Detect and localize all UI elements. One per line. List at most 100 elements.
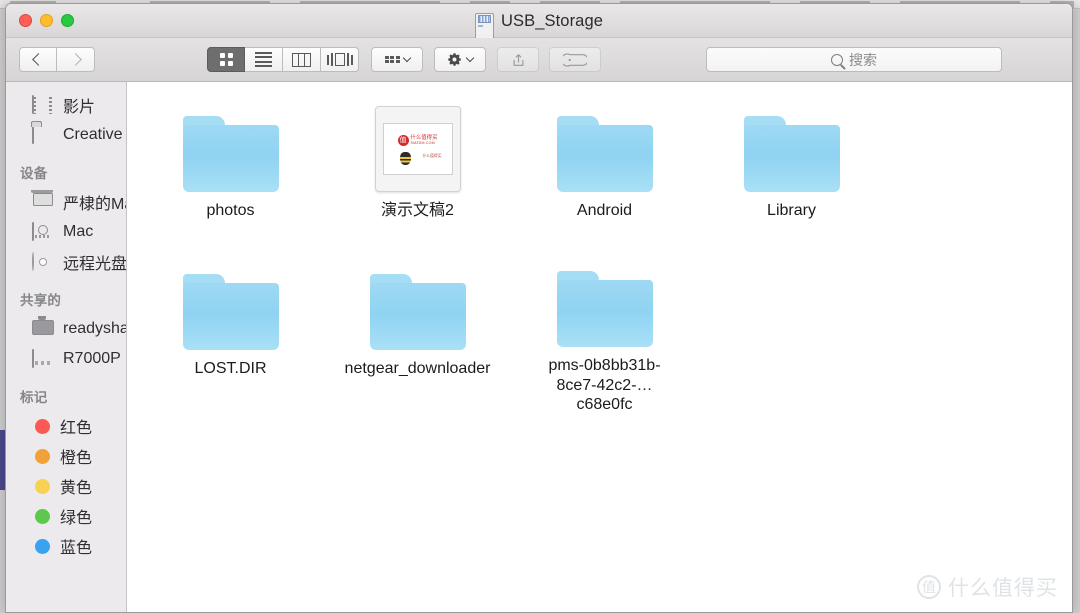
sidebar-item-label: 蓝色 — [60, 540, 93, 557]
hard-drive-icon — [32, 221, 53, 242]
document-thumbnail-icon: 值 什么值得买 SMZDM.COM 什么值得买 — [374, 106, 461, 192]
file-thumbnail — [743, 102, 840, 192]
share-icon — [513, 53, 523, 66]
folder-icon — [743, 116, 840, 192]
file-label: LOST.DIR — [194, 360, 267, 377]
view-mode-column-button[interactable] — [283, 47, 321, 72]
file-thumbnail — [369, 260, 466, 350]
window-body: 影片 Creative Cloud Files 设备 严棣的MacBook Pr… — [6, 82, 1072, 612]
sidebar-item-label: 严棣的MacBook Pro — [63, 196, 127, 213]
sidebar-tag-green[interactable]: 绿色 — [6, 501, 126, 531]
sidebar-item-readyshare[interactable]: readyshare — [6, 314, 126, 344]
action-menu-button[interactable] — [434, 47, 486, 72]
file-item[interactable]: LOST.DIR — [137, 256, 324, 414]
file-label: 演示文稿2 — [381, 202, 454, 219]
sidebar-item-macbook-pro[interactable]: 严棣的MacBook Pro — [6, 187, 126, 217]
tag-icon — [563, 52, 587, 67]
folder-icon — [556, 271, 653, 348]
smzdm-logo-line2: SMZDM.COM — [410, 141, 435, 146]
view-mode-list-button[interactable] — [245, 47, 283, 72]
sidebar[interactable]: 影片 Creative Cloud Files 设备 严棣的MacBook Pr… — [6, 82, 127, 612]
folder-icon — [369, 274, 466, 350]
file-grid-pane[interactable]: photos 值 什么值得买 SMZDM.COM 什么值得买 演示文稿2 And… — [127, 82, 1072, 612]
tag-dot-icon — [35, 418, 50, 434]
file-item[interactable]: Android — [511, 98, 698, 256]
monitor-icon — [32, 320, 53, 339]
file-item[interactable]: netgear_downloader — [324, 256, 511, 414]
nas-icon — [32, 348, 53, 369]
list-icon — [255, 51, 272, 68]
chevron-down-icon — [465, 53, 475, 63]
file-thumbnail — [182, 260, 279, 350]
finder-toolbar: 搜索 — [6, 38, 1072, 82]
sidebar-tag-red[interactable]: 红色 — [6, 411, 126, 441]
sidebar-item-label: 黄色 — [60, 480, 93, 497]
file-item[interactable]: Library — [698, 98, 885, 256]
sidebar-tag-yellow[interactable]: 黄色 — [6, 471, 126, 501]
tag-dot-icon — [35, 508, 50, 524]
sidebar-section-devices-header: 设备 — [20, 166, 48, 181]
folder-icon — [182, 116, 279, 192]
sidebar-item-label: 远程光盘 — [63, 256, 127, 273]
search-field[interactable]: 搜索 — [706, 47, 1002, 72]
sidebar-item-label: 影片 — [63, 99, 96, 116]
file-label: Library — [767, 202, 816, 219]
tag-dot-icon — [35, 448, 50, 464]
navigation-buttons — [19, 47, 95, 72]
chevron-down-icon — [402, 53, 411, 63]
file-grid-empty-cell — [885, 98, 1072, 256]
file-label: pms-0b8bb31b-8ce7-42c2-…c68e0fc — [548, 357, 661, 413]
add-tags-button[interactable] — [549, 47, 601, 72]
file-item[interactable]: 值 什么值得买 SMZDM.COM 什么值得买 演示文稿2 — [324, 98, 511, 256]
folder-icon — [556, 116, 653, 192]
finder-window: USB_Storage 搜索 影片 Creative 设备 严棣的Ma Mac … — [5, 3, 1073, 613]
arrange-icon — [384, 55, 400, 64]
sidebar-item-label: 红色 — [60, 420, 93, 437]
sidebar-item-label: Mac — [63, 223, 94, 240]
sidebar-item-label: 橙色 — [60, 450, 93, 467]
file-label: Android — [576, 202, 633, 219]
forward-button[interactable] — [57, 47, 95, 72]
sidebar-section-shared-header: 共享的 — [20, 293, 62, 308]
screen: USB_Storage 搜索 影片 Creative 设备 严棣的Ma Mac … — [0, 0, 1080, 613]
gallery-icon — [326, 53, 353, 66]
watermark-badge: 值 — [917, 575, 941, 599]
watermark-text: 什么值得买 — [948, 577, 1058, 600]
sidebar-item-creative-cloud-files[interactable]: Creative Cloud Files — [6, 120, 126, 150]
icon-grid-icon — [219, 53, 233, 66]
file-label: netgear_downloader — [344, 360, 491, 377]
sidebar-item-r7000p[interactable]: R7000P — [6, 344, 126, 374]
share-button[interactable] — [497, 47, 539, 72]
sidebar-tag-orange[interactable]: 橙色 — [6, 441, 126, 471]
folder-icon — [32, 124, 53, 145]
folder-icon — [182, 274, 279, 350]
file-item[interactable]: pms-0b8bb31b-8ce7-42c2-…c68e0fc — [511, 256, 698, 414]
file-thumbnail: 值 什么值得买 SMZDM.COM 什么值得买 — [374, 102, 461, 192]
view-mode-gallery-button[interactable] — [321, 47, 359, 72]
file-thumbnail — [556, 260, 653, 348]
thumbnail-byline: 什么值得买 — [422, 154, 442, 158]
sidebar-item-remote-disc[interactable]: 远程光盘 — [6, 247, 126, 277]
gear-icon — [448, 53, 461, 66]
smzdm-badge: 值 — [397, 135, 409, 146]
file-item[interactable]: photos — [137, 98, 324, 256]
back-button[interactable] — [19, 47, 57, 72]
sidebar-item-movies[interactable]: 影片 — [6, 90, 126, 120]
window-titlebar: USB_Storage — [6, 4, 1072, 545]
sidebar-item-mac[interactable]: Mac — [6, 217, 126, 247]
watermark: 值 什么值得买 — [917, 572, 1058, 602]
sidebar-item-label: 绿色 — [60, 510, 93, 527]
laptop-icon — [32, 193, 53, 212]
page-title: USB_Storage — [501, 11, 603, 30]
columns-icon — [292, 52, 311, 67]
arrange-by-button[interactable] — [371, 47, 423, 72]
vertical-scrollbar[interactable] — [1068, 82, 1072, 612]
sidebar-section-tags-header: 标记 — [20, 390, 48, 405]
sidebar-item-label: Creative Cloud Files — [63, 126, 126, 143]
film-icon — [32, 94, 53, 115]
view-mode-icon-button[interactable] — [207, 47, 245, 72]
sidebar-item-label: R7000P — [63, 350, 121, 367]
sidebar-tag-blue[interactable]: 蓝色 — [6, 531, 126, 561]
search-placeholder: 搜索 — [849, 51, 877, 68]
tag-dot-icon — [35, 478, 50, 494]
